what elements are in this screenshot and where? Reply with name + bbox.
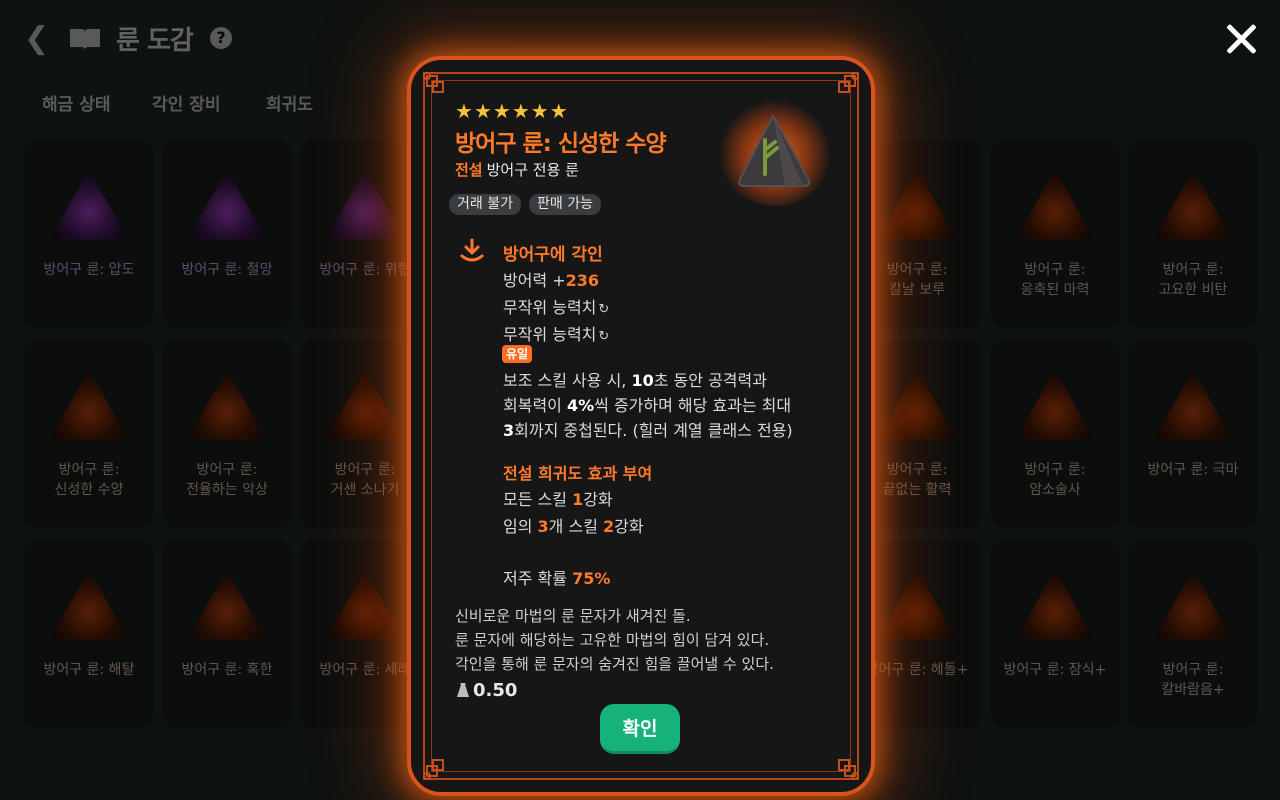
item-weight: 0.50: [457, 680, 517, 701]
star-icon: ★: [530, 99, 549, 123]
rune-gem-icon: [325, 570, 405, 640]
defense-stat: 방어력 +236: [503, 271, 600, 290]
rune-card-name: 방어구 룬: 신성한 수양: [54, 462, 124, 498]
rune-card-name: 방어구 룬: 끝없는 활력: [882, 462, 952, 498]
rune-gem-icon: [1153, 370, 1233, 440]
rune-gem-icon: [877, 170, 957, 240]
rune-card[interactable]: 방어구 룬: 전율하는 악상: [162, 340, 292, 528]
rarity-bonus-line: 임의 3개 스킬 2강화: [503, 517, 644, 536]
rune-gem-icon: [1153, 570, 1233, 640]
rune-gem-icon: [187, 570, 267, 640]
rune-gem-icon: [49, 370, 129, 440]
tag-untradeable: 거래 불가: [449, 194, 521, 215]
rune-card-name: 방어구 룬: 잠식+: [1003, 662, 1107, 678]
curse-chance: 저주 확률 75%: [503, 569, 611, 588]
unique-badge: 유일: [502, 345, 533, 363]
rune-gem-icon: [1015, 170, 1095, 240]
book-icon: [68, 26, 102, 52]
engrave-title: 방어구에 각인: [503, 245, 603, 265]
rune-gem-icon: [1153, 170, 1233, 240]
rune-card-name: 방어구 룬: 칼날 보루: [886, 262, 948, 298]
page-title: 룬 도감: [116, 26, 194, 56]
rune-card[interactable]: 방어구 룬: 극마: [1128, 340, 1258, 528]
refresh-icon: ↻: [598, 302, 610, 317]
rune-card-name: 방어구 룬: 거센 소나기: [330, 462, 400, 498]
rune-card-name: 방어구 룬: 세레: [319, 662, 411, 678]
rune-gem-icon: [1015, 570, 1095, 640]
rune-detail-modal: ★ ★ ★ ★ ★ ★ 방어구 룬: 신성한 수양 전설 방어구 전용 룬 거래 …: [411, 60, 871, 792]
rarity-label: 전설: [455, 161, 483, 179]
rune-card-name: 방어구 룬: 고요한 비탄: [1158, 262, 1228, 298]
corner-knot-icon: [833, 70, 861, 98]
corner-knot-icon: [421, 70, 449, 98]
star-icon: ★: [492, 99, 511, 123]
tag-list: 거래 불가 판매 가능: [449, 194, 601, 215]
rune-gem-icon: [187, 370, 267, 440]
rune-gem-icon: [877, 570, 957, 640]
rune-type: 방어구 전용 룬: [486, 161, 579, 179]
random-stat-line: 무작위 능력치 ↻: [503, 298, 610, 317]
filter-unlock-status[interactable]: 해금 상태: [42, 90, 110, 115]
rune-card[interactable]: 방어구 룬: 해탈: [24, 540, 154, 728]
rune-card-name: 방어구 룬: 극마: [1147, 462, 1239, 478]
rune-card[interactable]: 방어구 룬: 고요한 비탄: [1128, 140, 1258, 328]
rarity-bonus-line: 모든 스킬 1강화: [503, 490, 613, 509]
back-button[interactable]: ❮: [24, 24, 52, 54]
rune-gem-icon: [325, 170, 405, 240]
rune-card-name: 방어구 룬: 전율하는 악상: [186, 462, 268, 498]
filter-engrave-equip[interactable]: 각인 장비: [152, 90, 220, 115]
engrave-download-icon: [459, 238, 485, 264]
rune-card-name: 방어구 룬: 위협: [319, 262, 411, 278]
rune-card-name: 방어구 룬: 칼바람음+: [1161, 662, 1225, 698]
rune-card[interactable]: 방어구 룬: 혹한: [162, 540, 292, 728]
random-stat-line: 무작위 능력치 ↻: [503, 325, 610, 344]
flavor-text: 신비로운 마법의 룬 문자가 새겨진 돌. 룬 문자에 해당하는 고유한 마법의…: [455, 607, 774, 673]
rune-subtitle: 전설 방어구 전용 룬: [455, 159, 579, 180]
rune-card[interactable]: 방어구 룬: 압도: [24, 140, 154, 328]
rune-card[interactable]: 방어구 룬: 잠식+: [990, 540, 1120, 728]
help-icon[interactable]: ?: [210, 27, 232, 49]
star-icon: ★: [511, 99, 530, 123]
star-icon: ★: [473, 99, 492, 123]
close-button[interactable]: [1224, 22, 1258, 56]
rune-card-name: 방어구 룬: 혹한: [181, 662, 273, 678]
rune-gem-icon: [187, 170, 267, 240]
filter-rarity[interactable]: 희귀도: [266, 90, 313, 115]
rune-card[interactable]: 방어구 룬: 끝없는 활력: [852, 340, 982, 528]
unique-effect-description: 보조 스킬 사용 시, 10초 동안 공격력과 회복력이 4%씩 증가하며 해당…: [503, 371, 793, 440]
rune-gem-icon: [325, 370, 405, 440]
star-icon: ★: [455, 99, 473, 123]
rune-card-name: 방어구 룬: 헤돌+: [865, 662, 969, 678]
corner-knot-icon: [421, 754, 449, 782]
rune-card[interactable]: 방어구 룬: 신성한 수양: [24, 340, 154, 528]
rune-title: 방어구 룬: 신성한 수양: [455, 131, 667, 157]
rune-card[interactable]: 방어구 룬: 칼날 보루: [852, 140, 982, 328]
star-rating: ★ ★ ★ ★ ★ ★: [455, 100, 568, 122]
rune-card-name: 방어구 룬: 해탈: [43, 662, 135, 678]
refresh-icon: ↻: [598, 329, 610, 344]
rune-card-name: 방어구 룬: 응축된 마력: [1020, 262, 1090, 298]
tag-sellable: 판매 가능: [528, 194, 601, 215]
rune-card-name: 방어구 룬: 압도: [43, 262, 135, 278]
confirm-button[interactable]: 확인: [600, 704, 680, 754]
rune-card-name: 방어구 룬: 절망: [181, 262, 273, 278]
rune-stone-icon: [715, 88, 835, 208]
corner-knot-icon: [833, 754, 861, 782]
rune-card[interactable]: 방어구 룬: 응축된 마력: [990, 140, 1120, 328]
rune-card[interactable]: 방어구 룬: 암소술사: [990, 340, 1120, 528]
rune-gem-icon: [877, 370, 957, 440]
weight-icon: [457, 683, 469, 697]
star-icon: ★: [549, 99, 568, 123]
rune-card[interactable]: 방어구 룬: 칼바람음+: [1128, 540, 1258, 728]
rune-card-name: 방어구 룬: 암소술사: [1024, 462, 1086, 498]
rune-card[interactable]: 방어구 룬: 절망: [162, 140, 292, 328]
rune-card[interactable]: 방어구 룬: 헤돌+: [852, 540, 982, 728]
rarity-bonus-title: 전설 희귀도 효과 부여: [503, 464, 653, 483]
rune-gem-icon: [49, 170, 129, 240]
rune-gem-icon: [49, 570, 129, 640]
rune-gem-icon: [1015, 370, 1095, 440]
